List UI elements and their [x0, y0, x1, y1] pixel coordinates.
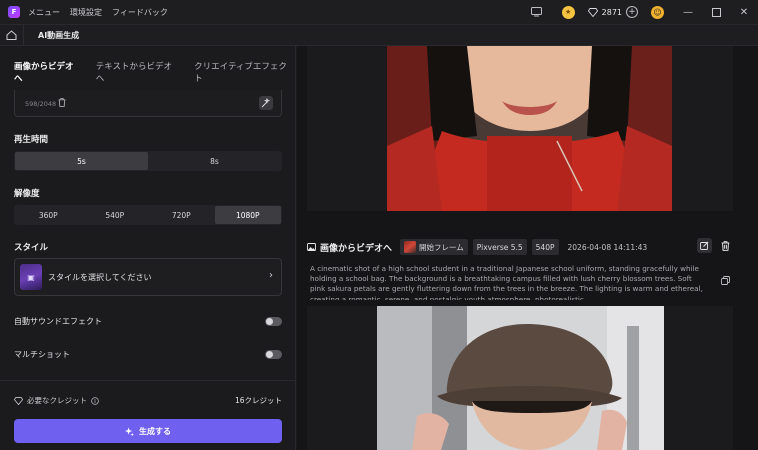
style-thumbnail-icon: ▣: [20, 264, 42, 290]
duration-label: 再生時間: [14, 135, 49, 145]
titlebar-right: ★ 2871 + ☺ — ✕: [530, 0, 758, 24]
multi-shot-row: マルチショット: [14, 347, 282, 361]
multi-shot-label: マルチショット: [14, 349, 70, 359]
prompt-input[interactable]: 598/2048: [14, 90, 282, 117]
diamond-icon: [587, 7, 598, 17]
maximize-icon[interactable]: [702, 0, 730, 24]
chip-start-frame[interactable]: 開始フレーム: [400, 239, 468, 255]
char-count: 598/2048: [25, 100, 57, 108]
tab-text-to-video[interactable]: テキストからビデオへ: [96, 60, 180, 93]
auto-sound-toggle[interactable]: [265, 316, 282, 326]
generate-label: 生成する: [139, 426, 171, 436]
title-bar: F メニュー 環境設定 フィードバック ★ 2871 + ☺ — ✕: [0, 0, 758, 24]
generate-footer: 必要なクレジット 16クレジット 生成する: [0, 380, 295, 450]
edit-icon[interactable]: [697, 238, 712, 253]
minimize-icon[interactable]: —: [674, 0, 702, 24]
resolution-option-360p[interactable]: 360P: [15, 206, 82, 224]
mode-tabs: 画像からビデオへ テキストからビデオへ クリエイティブエフェクト: [14, 60, 295, 93]
required-credits: 必要なクレジット: [14, 395, 99, 406]
style-placeholder: スタイルを選択してください: [48, 272, 152, 282]
resolution-option-540p[interactable]: 540P: [82, 206, 149, 224]
multi-shot-toggle[interactable]: [265, 349, 282, 359]
diamond-icon: [14, 396, 23, 405]
info-icon[interactable]: [91, 396, 99, 405]
chip-start-frame-label: 開始フレーム: [419, 242, 464, 252]
page-title: AI動画生成: [38, 30, 80, 40]
results-panel: 画像からビデオへ 開始フレーム Pixverse 5.5 540P 2026-0…: [297, 46, 758, 450]
duration-option-8s[interactable]: 8s: [148, 152, 281, 170]
menu-item-menu[interactable]: メニュー: [28, 7, 60, 18]
prompt-enhance-icon[interactable]: [259, 96, 273, 110]
result-image-2: [377, 306, 664, 450]
style-select-button[interactable]: ▣ スタイルを選択してください ›: [14, 258, 282, 296]
app-logo-icon: F: [8, 6, 20, 18]
tab-image-to-video[interactable]: 画像からビデオへ: [14, 60, 82, 93]
result-actions: [697, 238, 733, 253]
menu-item-feedback[interactable]: フィードバック: [112, 7, 168, 18]
start-frame-thumbnail: [404, 241, 417, 253]
required-credits-row: 必要なクレジット 16クレジット: [14, 395, 282, 406]
result-type: 画像からビデオへ: [307, 241, 392, 254]
sparkle-icon: [125, 426, 134, 436]
result-title: 画像からビデオへ: [320, 243, 393, 254]
result-image: [387, 46, 672, 211]
copy-icon[interactable]: [721, 276, 730, 285]
close-icon[interactable]: ✕: [730, 0, 758, 24]
duration-selector: 5s 8s: [14, 151, 282, 171]
delete-icon[interactable]: [718, 238, 733, 253]
required-credits-label: 必要なクレジット: [27, 396, 87, 405]
chevron-right-icon: ›: [269, 270, 273, 281]
auto-sound-label: 自動サウンドエフェクト: [14, 316, 102, 326]
chip-resolution-label: 540P: [535, 242, 555, 252]
style-label: スタイル: [14, 243, 49, 253]
resolution-option-1080p[interactable]: 1080P: [214, 206, 281, 224]
chip-model: Pixverse 5.5: [472, 239, 527, 255]
resolution-label: 解像度: [14, 189, 40, 199]
home-icon[interactable]: [0, 24, 24, 46]
resolution-option-720p[interactable]: 720P: [148, 206, 215, 224]
tab-creative-effects[interactable]: クリエイティブエフェクト: [194, 60, 295, 93]
generate-button[interactable]: 生成する: [14, 419, 282, 443]
chip-model-label: Pixverse 5.5: [476, 242, 523, 252]
credit-balance[interactable]: 2871 +: [583, 4, 643, 20]
settings-panel: 画像からビデオへ テキストからビデオへ クリエイティブエフェクト 598/204…: [0, 46, 296, 450]
result-timestamp: 2026-04-08 14:11:43: [567, 242, 648, 252]
clear-prompt-icon[interactable]: [58, 98, 66, 107]
required-credits-value: 16クレジット: [234, 396, 282, 405]
user-avatar-icon[interactable]: ☺: [651, 5, 664, 19]
coin-icon[interactable]: ★: [561, 5, 575, 19]
duration-option-5s[interactable]: 5s: [15, 152, 148, 170]
result-meta-row: 画像からビデオへ 開始フレーム Pixverse 5.5 540P 2026-0…: [307, 238, 733, 256]
resolution-selector: 360P 540P 720P 1080P: [14, 205, 282, 225]
result-preview-1[interactable]: [307, 46, 733, 211]
credit-count: 2871: [601, 7, 622, 17]
result-preview-2[interactable]: [307, 306, 733, 450]
result-prompt-text: A cinematic shot of a high school studen…: [310, 264, 703, 300]
screen-icon[interactable]: [530, 5, 544, 19]
breadcrumb: AI動画生成: [0, 24, 758, 46]
image-icon: [307, 243, 316, 251]
chip-resolution: 540P: [531, 239, 559, 255]
menu-item-preferences[interactable]: 環境設定: [70, 7, 102, 18]
auto-sound-row: 自動サウンドエフェクト: [14, 314, 282, 328]
add-credits-icon[interactable]: +: [626, 6, 638, 18]
